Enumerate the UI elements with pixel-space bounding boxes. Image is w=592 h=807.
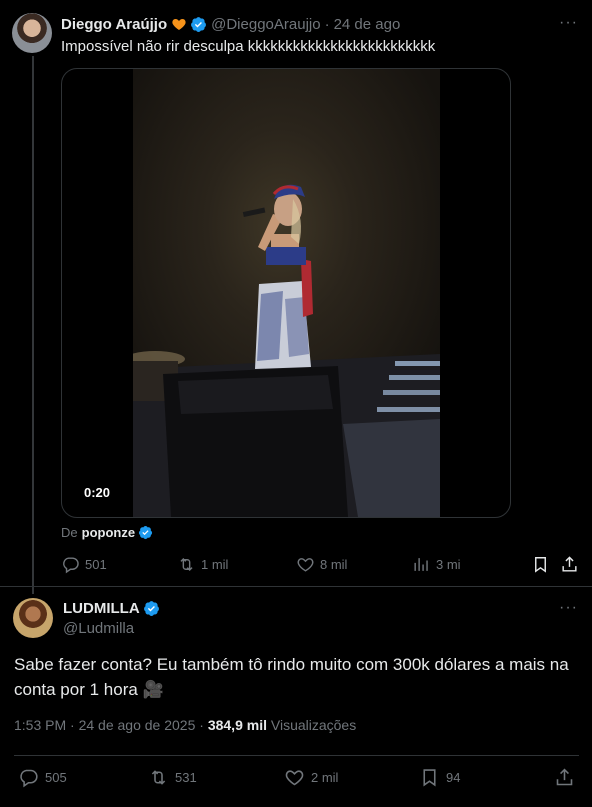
bookmark-button[interactable]: 94 xyxy=(419,767,460,788)
like-count: 8 mil xyxy=(320,557,348,572)
separator: · xyxy=(70,717,75,733)
author-handle[interactable]: @Ludmilla xyxy=(63,620,134,637)
video-source-attribution: De poponze xyxy=(61,525,153,540)
repost-button[interactable]: 531 xyxy=(148,767,197,788)
video-scene xyxy=(133,184,440,517)
verified-badge-icon xyxy=(143,600,159,616)
main-tweet-actions: 505 531 2 mil 94 xyxy=(14,766,579,792)
views-label: Visualizações xyxy=(270,717,357,733)
like-count: 2 mil xyxy=(311,770,339,785)
bookmark-icon xyxy=(423,769,436,787)
share-icon xyxy=(562,556,577,572)
author-handle[interactable]: @DieggoAraujjo xyxy=(211,16,320,33)
tweet-metadata: 1:53 PM · 24 de ago de 2025 · 384,9 mil … xyxy=(14,717,356,733)
share-button[interactable] xyxy=(554,767,581,788)
tweet-divider xyxy=(0,586,592,587)
parent-tweet-text: Impossível não rir desculpa kkkkkkkkkkkk… xyxy=(61,38,436,55)
bookmark-button[interactable] xyxy=(531,555,550,574)
more-options-icon[interactable]: ··· xyxy=(559,14,578,32)
verified-badge-icon xyxy=(191,16,207,32)
parent-tweet-actions: 501 1 mil 8 mil 3 mi xyxy=(61,553,581,577)
orange-heart-icon xyxy=(172,19,186,30)
more-options-icon[interactable]: ··· xyxy=(559,599,578,617)
views-count: 3 mi xyxy=(436,557,461,572)
parent-tweet-header: Dieggo Araújjo @DieggoAraujjo · 24 de ag… xyxy=(61,14,400,34)
views-icon xyxy=(414,558,428,571)
separator: · xyxy=(199,717,204,733)
avatar-dieggo[interactable] xyxy=(12,13,52,53)
views-count: 384,9 mil xyxy=(207,717,267,733)
repost-count: 1 mil xyxy=(201,557,229,572)
repost-icon xyxy=(151,770,166,785)
views-button[interactable]: 3 mi xyxy=(412,555,461,574)
reply-icon xyxy=(63,557,79,574)
repost-button[interactable]: 1 mil xyxy=(177,555,228,574)
share-button[interactable] xyxy=(560,555,579,574)
video-player[interactable]: 0:20 xyxy=(61,68,511,518)
reply-icon xyxy=(20,769,38,788)
repost-icon xyxy=(180,557,193,572)
like-icon xyxy=(297,558,314,572)
source-user[interactable]: poponze xyxy=(82,525,135,540)
bookmark-count: 94 xyxy=(446,770,461,785)
bookmark-icon xyxy=(535,557,546,573)
meta-divider xyxy=(14,755,579,756)
like-icon xyxy=(285,770,304,786)
reply-button[interactable]: 501 xyxy=(61,555,107,574)
author-name[interactable]: Dieggo Araújjo xyxy=(61,16,167,33)
video-frame[interactable] xyxy=(133,69,440,517)
repost-count: 531 xyxy=(175,770,197,785)
author-name[interactable]: LUDMILLA xyxy=(63,600,140,617)
main-author-name-row: LUDMILLA xyxy=(63,598,160,618)
from-prefix: De xyxy=(61,525,78,540)
reply-button[interactable]: 505 xyxy=(18,767,67,788)
like-button[interactable]: 2 mil xyxy=(284,767,338,788)
reply-count: 501 xyxy=(85,557,107,572)
tweet-time[interactable]: 1:53 PM xyxy=(14,717,66,733)
reply-count: 505 xyxy=(45,770,67,785)
thread-connector-line xyxy=(32,56,34,594)
tweet-date[interactable]: 24 de ago de 2025 xyxy=(79,717,196,733)
verified-badge-icon xyxy=(138,525,153,540)
share-icon xyxy=(556,768,573,786)
main-tweet-text: Sabe fazer conta? Eu também tô rindo mui… xyxy=(14,655,569,699)
video-duration: 0:20 xyxy=(82,484,113,501)
avatar-ludmilla[interactable] xyxy=(13,598,53,638)
like-button[interactable]: 8 mil xyxy=(296,555,347,574)
separator: · xyxy=(324,15,330,33)
tweet-date[interactable]: 24 de ago xyxy=(334,16,401,33)
